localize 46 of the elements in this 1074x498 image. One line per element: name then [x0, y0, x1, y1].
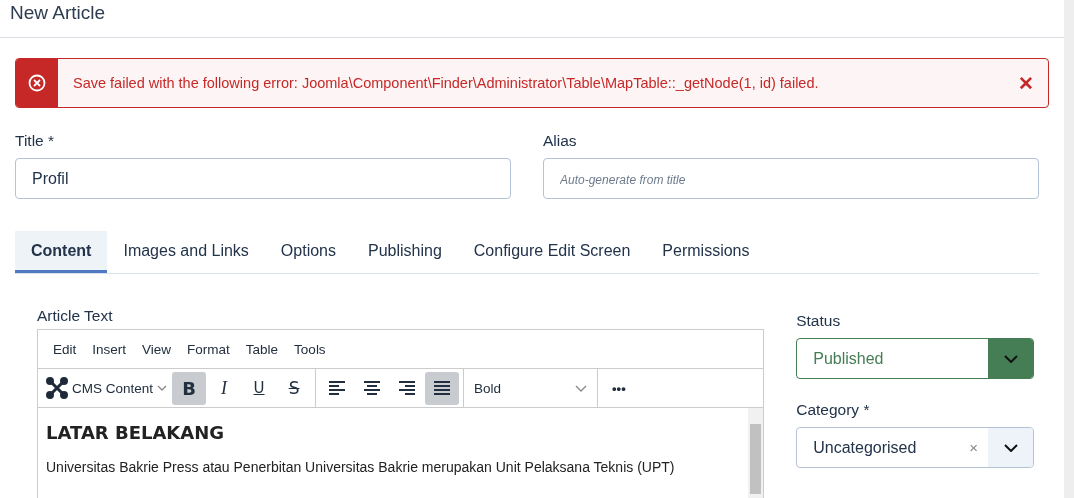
align-left-icon: [328, 381, 347, 395]
text-field[interactable]: Profil: [15, 158, 511, 199]
error-icon: [28, 74, 46, 92]
field-label: Title *: [15, 132, 56, 150]
menu-item[interactable]: Format: [179, 341, 238, 357]
text-field[interactable]: Auto-generate from title: [543, 158, 1039, 199]
content-heading: LATAR BELAKANG: [46, 422, 226, 443]
format-button[interactable]: I: [207, 371, 242, 405]
content-paragraph: Universitas Bakrie Press atau Penerbitan Universitas Bakrie merupakan Unit Pelaksana Teknis (UPT): [46, 459, 676, 475]
field-label: Alias: [543, 132, 578, 150]
chevron-down-icon: [1003, 354, 1018, 363]
field-label: Status: [796, 312, 842, 330]
category-select[interactable]: Uncategorised ×: [796, 427, 1034, 468]
align-justify-icon: [433, 381, 452, 395]
format-button[interactable]: S: [277, 371, 312, 405]
chevron-down-icon: [1003, 443, 1018, 452]
tab[interactable]: Content: [15, 231, 108, 273]
tab[interactable]: Images and Links: [107, 231, 265, 273]
block-format-dropdown[interactable]: Bold: [468, 380, 594, 396]
field-label: Category *: [796, 401, 871, 419]
tab[interactable]: Publishing: [352, 231, 458, 273]
more-button[interactable]: •••: [602, 380, 636, 396]
page-title: New Article: [10, 1, 106, 24]
status-select[interactable]: Published: [796, 338, 1034, 379]
close-button[interactable]: ✕: [1014, 71, 1038, 95]
tab[interactable]: Options: [264, 231, 352, 273]
align-right-icon: [398, 381, 417, 395]
tab[interactable]: Configure Edit Screen: [457, 231, 647, 273]
menu-item[interactable]: Tools: [286, 341, 334, 357]
menu-item[interactable]: Table: [237, 341, 287, 357]
menu-item[interactable]: Edit: [45, 341, 85, 357]
chevron-down-icon: [157, 385, 168, 391]
format-button[interactable]: U: [242, 371, 277, 405]
scrollbar[interactable]: [748, 408, 764, 498]
error-message: Save failed with the following error: Joomla\Component\Finder\Administrator\Table\MapTable::_getNode(1, id) failed.: [73, 75, 820, 91]
field-label: Article Text: [37, 307, 114, 325]
format-button[interactable]: B: [172, 371, 207, 405]
menu-item[interactable]: Insert: [84, 341, 135, 357]
tab[interactable]: Permissions: [646, 231, 766, 273]
align-justify-button[interactable]: [425, 371, 460, 405]
joomla-logo-icon: [46, 377, 68, 399]
align-center-icon: [363, 381, 382, 395]
chevron-down-icon: [575, 384, 588, 392]
cms-content-button[interactable]: CMS Content: [42, 377, 172, 399]
clear-button[interactable]: ×: [969, 439, 988, 456]
menu-item[interactable]: View: [134, 341, 180, 357]
